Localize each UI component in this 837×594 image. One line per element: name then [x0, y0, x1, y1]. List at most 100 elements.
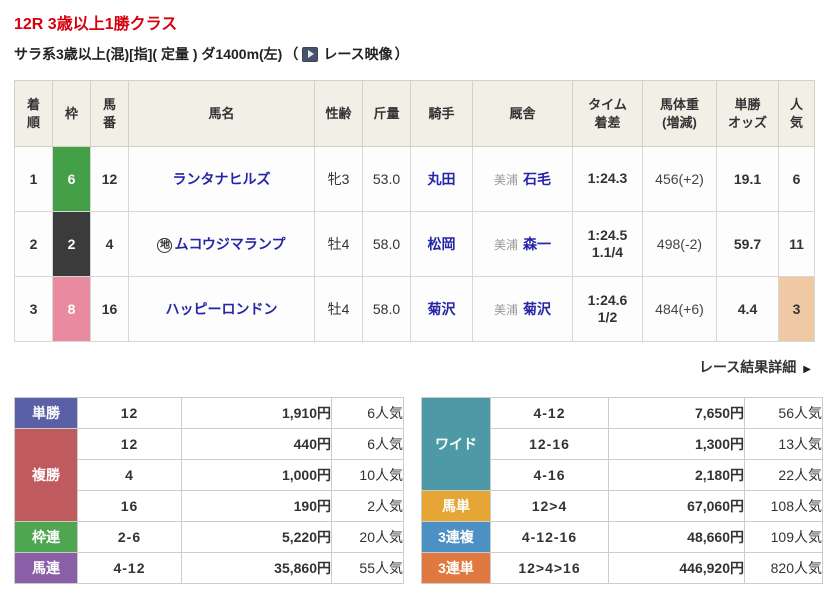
payout-row: 単勝 12 1,910円 6人気	[14, 397, 404, 429]
horse-weight: 498(-2)	[642, 211, 717, 277]
payout-combo: 16	[77, 490, 182, 522]
payout-favorite: 2人気	[331, 490, 404, 522]
finish-time: 1:24.5	[587, 226, 628, 243]
payout-combo: 12-16	[490, 428, 609, 460]
bet-type-quinella: 馬連	[14, 552, 78, 584]
bet-type-exacta: 馬単	[421, 490, 491, 522]
bet-type-bracket-quinella: 枠連	[14, 521, 78, 553]
horse-name-link[interactable]: ハッピーロンドン	[166, 301, 278, 317]
payout-amount: 446,920円	[608, 552, 745, 584]
bet-type-trio: 3連複	[421, 521, 491, 553]
video-play-icon	[302, 46, 319, 62]
horse-name-link[interactable]: ムコウジマランプ	[174, 236, 285, 252]
trainer-link[interactable]: 森一	[523, 236, 551, 252]
col-header-weight-carried: 斤量	[362, 80, 411, 147]
result-row-1: 1 6 12 ランタナヒルズ 牝3 53.0 丸田 美浦 石毛 1:24.3 45…	[14, 146, 815, 212]
payout-amount: 67,060円	[608, 490, 745, 522]
payout-amount: 5,220円	[181, 521, 332, 553]
race-result-page: 12R 3歳以上1勝クラス サラ系3歳以上(混)[指]( 定量 ) ダ1400m…	[0, 0, 837, 584]
stable-area: 美浦	[493, 238, 518, 252]
payout-combo: 12	[77, 428, 182, 460]
time-margin-cell: 1:24.5 1.1/4	[572, 211, 643, 277]
payout-favorite: 108人気	[744, 490, 823, 522]
col-header-time-margin: タイム 着差	[572, 80, 643, 147]
finish-time: 1:24.3	[587, 170, 628, 187]
payout-favorite: 6人気	[331, 397, 404, 429]
sex-age: 牡4	[314, 211, 363, 277]
favorite-rank: 6	[778, 146, 815, 212]
horse-weight: 484(+6)	[642, 276, 717, 342]
stable-area: 美浦	[493, 173, 518, 187]
payout-favorite: 109人気	[744, 521, 823, 553]
payout-combo: 12>4	[490, 490, 609, 522]
jockey-cell: 松岡	[410, 211, 473, 277]
weight-carried: 53.0	[362, 146, 411, 212]
payout-favorite: 13人気	[744, 428, 823, 460]
race-results-table: 着 順 枠 馬 番 馬名 性齢 斤量 騎手 厩舎 タイム 着差 馬体重 (増減)…	[14, 80, 815, 342]
col-header-finish: 着 順	[14, 80, 53, 147]
bet-type-place: 複勝	[14, 428, 78, 522]
race-conditions: サラ系3歳以上(混)[指]( 定量 ) ダ1400m(左) （ レース映像 ）	[14, 44, 823, 64]
col-header-sex-age: 性齢	[314, 80, 363, 147]
jockey-link[interactable]: 丸田	[428, 171, 456, 187]
payout-amount: 1,300円	[608, 428, 745, 460]
payout-amount: 1,910円	[181, 397, 332, 429]
race-video-link[interactable]: レース映像	[300, 44, 393, 64]
jockey-link[interactable]: 松岡	[428, 236, 456, 252]
right-arrow-icon: ▶	[803, 364, 811, 375]
payout-combo: 4-12	[490, 397, 609, 429]
col-header-horse-number: 馬 番	[90, 80, 129, 147]
local-horse-mark: 地	[157, 238, 173, 253]
payout-favorite: 10人気	[331, 459, 404, 491]
payout-combo: 12>4>16	[490, 552, 609, 584]
stable-cell: 美浦 菊沢	[472, 276, 573, 342]
horse-number: 12	[90, 146, 129, 212]
payout-favorite: 55人気	[331, 552, 404, 584]
bet-type-trifecta: 3連単	[421, 552, 491, 584]
finish-time: 1:24.6	[587, 291, 628, 308]
payout-favorite: 56人気	[744, 397, 823, 429]
payout-combo: 4-12	[77, 552, 182, 584]
paren-close: ）	[394, 46, 409, 62]
race-result-detail-link[interactable]: レース結果詳細 ▶	[14, 357, 811, 377]
weight-carried: 58.0	[362, 276, 411, 342]
race-video-label: レース映像	[323, 46, 393, 62]
payout-combo: 4-16	[490, 459, 609, 491]
horse-number: 16	[90, 276, 129, 342]
payout-favorite: 820人気	[744, 552, 823, 584]
trainer-link[interactable]: 石毛	[523, 171, 551, 187]
payout-favorite: 20人気	[331, 521, 404, 553]
trainer-link[interactable]: 菊沢	[523, 301, 551, 317]
finish-margin: 1/2	[597, 309, 618, 325]
payout-combo: 4	[77, 459, 182, 491]
time-margin-cell: 1:24.3	[572, 146, 643, 212]
payout-section: 単勝 12 1,910円 6人気 複勝 12 440円 6人気 4 1,000円…	[14, 397, 823, 584]
col-header-bracket: 枠	[52, 80, 91, 147]
payout-favorite: 22人気	[744, 459, 823, 491]
payout-favorite: 6人気	[331, 428, 404, 460]
horse-name-cell: 地ムコウジマランプ	[128, 211, 315, 277]
time-margin-cell: 1:24.6 1/2	[572, 276, 643, 342]
col-header-win-odds: 単勝 オッズ	[716, 80, 779, 147]
stable-area: 美浦	[493, 303, 518, 317]
payout-amount: 35,860円	[181, 552, 332, 584]
col-header-jockey: 騎手	[410, 80, 473, 147]
bracket-number: 8	[52, 276, 91, 342]
page-title: 12R 3歳以上1勝クラス	[14, 16, 178, 33]
result-row-3: 3 8 16 ハッピーロンドン 牡4 58.0 菊沢 美浦 菊沢 1:24.6 1…	[14, 276, 815, 342]
horse-name-link[interactable]: ランタナヒルズ	[173, 171, 271, 187]
weight-carried: 58.0	[362, 211, 411, 277]
bracket-number: 6	[52, 146, 91, 212]
stable-cell: 美浦 石毛	[472, 146, 573, 212]
stable-cell: 美浦 森一	[472, 211, 573, 277]
jockey-cell: 菊沢	[410, 276, 473, 342]
win-odds: 4.4	[716, 276, 779, 342]
payout-amount: 440円	[181, 428, 332, 460]
payout-row: 枠連 2-6 5,220円 20人気	[14, 521, 404, 553]
payout-combo: 4-12-16	[490, 521, 609, 553]
payout-amount: 1,000円	[181, 459, 332, 491]
finish-position: 3	[14, 276, 53, 342]
payout-row: 複勝 12 440円 6人気	[14, 428, 404, 522]
jockey-link[interactable]: 菊沢	[428, 301, 456, 317]
horse-number: 4	[90, 211, 129, 277]
